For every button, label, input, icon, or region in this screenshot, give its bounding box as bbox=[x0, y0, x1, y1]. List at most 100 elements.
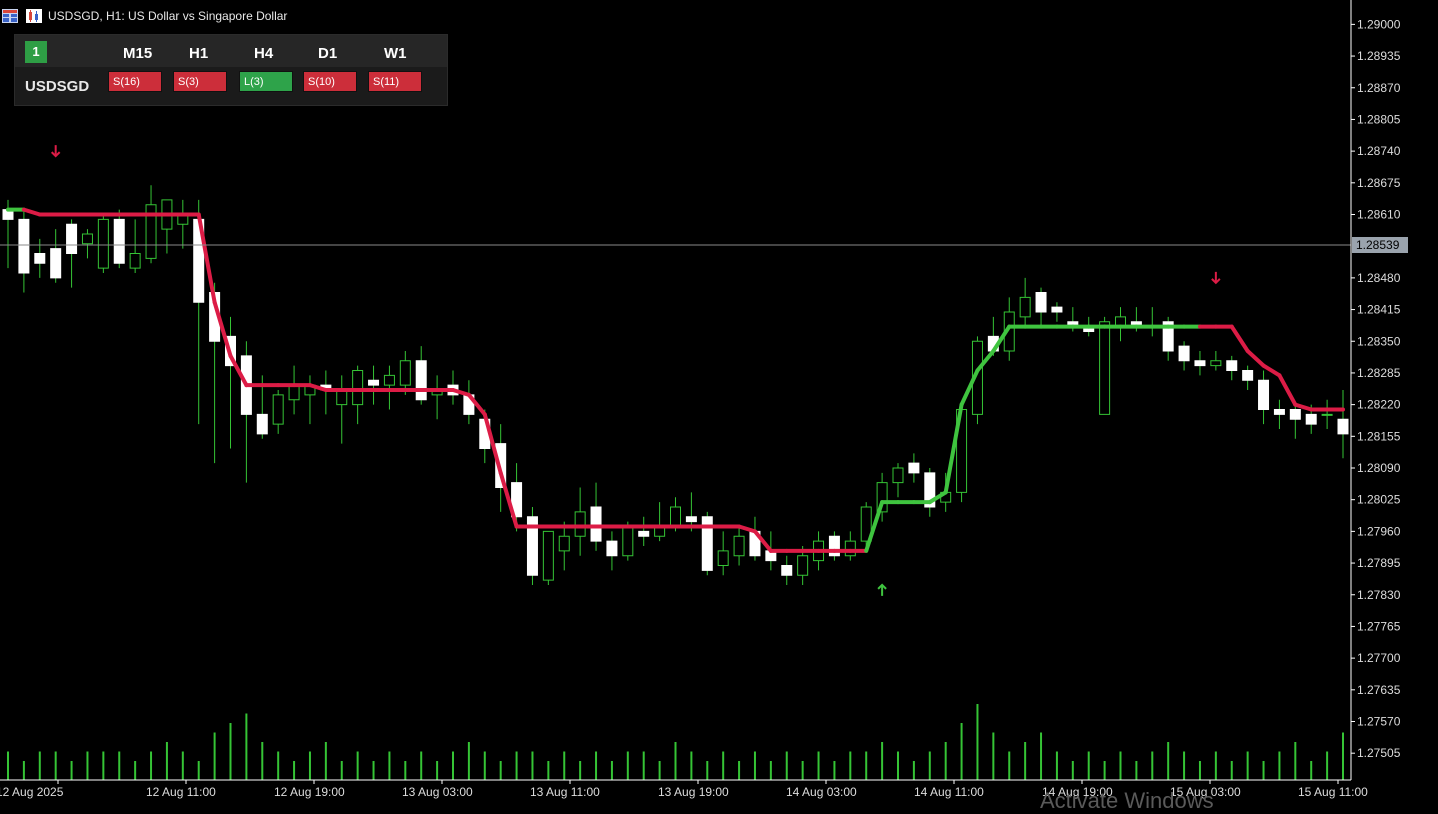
time-tick-label: 12 Aug 2025 bbox=[0, 785, 64, 799]
candle-body bbox=[1019, 296, 1031, 318]
price-tick-label: 1.27635 bbox=[1357, 683, 1401, 697]
price-tick-label: 1.28740 bbox=[1357, 144, 1401, 158]
candle-body bbox=[97, 218, 109, 269]
candle-body bbox=[50, 248, 62, 279]
candle-body bbox=[892, 467, 904, 484]
price-chart[interactable]: 1.29000 1.28935 1.28870 1.28805 1.28740 1.286… bbox=[0, 0, 1438, 805]
candle-body bbox=[1035, 292, 1047, 313]
candle-body bbox=[1242, 370, 1254, 381]
trend-line-segment bbox=[1261, 363, 1282, 378]
timeframe-m15: M15 bbox=[123, 45, 153, 62]
time-tick-label: 13 Aug 03:00 bbox=[402, 785, 473, 799]
candle-body bbox=[558, 535, 570, 552]
candle-body bbox=[1258, 379, 1270, 410]
candle-body bbox=[399, 360, 411, 386]
price-tick-label: 1.27505 bbox=[1357, 746, 1401, 760]
signal-h4: L(3) bbox=[239, 71, 293, 92]
candle-body bbox=[1226, 360, 1238, 371]
mtf-signal-panel: 1 M15 H1 H4 D1 W1 USDSGD S(16) S(3) L(3)… bbox=[14, 34, 448, 106]
timeframe-h1: H1 bbox=[189, 45, 209, 62]
arrow-up-icon bbox=[877, 583, 887, 596]
price-tick-label: 1.28935 bbox=[1357, 49, 1401, 63]
candle-body bbox=[574, 511, 586, 537]
arrow-down-icon bbox=[50, 145, 61, 158]
candle-body bbox=[908, 462, 920, 474]
candle-body bbox=[685, 516, 697, 523]
candle-body bbox=[288, 384, 300, 401]
trend-line-segment bbox=[1229, 324, 1250, 353]
candle-body bbox=[781, 565, 793, 576]
price-tick-label: 1.27960 bbox=[1357, 524, 1401, 538]
price-tick-label: 1.28480 bbox=[1357, 271, 1401, 285]
candle-body bbox=[1273, 409, 1285, 415]
candle-body bbox=[1051, 306, 1063, 313]
price-tick-label: 1.28610 bbox=[1357, 208, 1401, 222]
time-tick-label: 12 Aug 19:00 bbox=[274, 785, 345, 799]
price-tick-label: 1.27570 bbox=[1357, 715, 1401, 729]
candle-body bbox=[606, 540, 618, 557]
price-tick-label: 1.28675 bbox=[1357, 176, 1401, 190]
trend-line-segment bbox=[1245, 349, 1266, 368]
time-tick-label: 12 Aug 11:00 bbox=[146, 785, 216, 799]
candle-body bbox=[1321, 413, 1333, 416]
candle-body bbox=[368, 379, 380, 386]
price-tick-label: 1.28155 bbox=[1357, 429, 1401, 443]
candle-body bbox=[542, 530, 554, 581]
time-tick-label: 15 Aug 11:00 bbox=[1298, 785, 1368, 799]
price-tick-label: 1.28220 bbox=[1357, 398, 1401, 412]
price-tick-label: 1.27765 bbox=[1357, 619, 1401, 633]
candle-body bbox=[1099, 321, 1111, 415]
price-tick-label: 1.28285 bbox=[1357, 366, 1401, 380]
price-tick-label: 1.27830 bbox=[1357, 588, 1401, 602]
price-axis: 1.29000 1.28935 1.28870 1.28805 1.28740 1.286… bbox=[1351, 17, 1401, 760]
timeframe-d1: D1 bbox=[318, 45, 338, 62]
panel-index-badge[interactable]: 1 bbox=[25, 41, 47, 63]
candle-body bbox=[272, 394, 284, 425]
candle-body bbox=[670, 506, 681, 527]
candle-body bbox=[797, 555, 809, 576]
signal-h1: S(3) bbox=[173, 71, 227, 92]
price-tick-label: 1.28415 bbox=[1357, 303, 1401, 317]
candle-body bbox=[66, 223, 78, 254]
time-tick-label: 13 Aug 11:00 bbox=[530, 785, 600, 799]
candle-body bbox=[1210, 360, 1222, 367]
candle-body bbox=[81, 233, 93, 245]
signal-d1: S(10) bbox=[303, 71, 357, 92]
signal-w1: S(11) bbox=[368, 71, 422, 92]
candle-body bbox=[34, 253, 46, 264]
candle-body bbox=[590, 506, 602, 542]
trend-line-segment bbox=[1293, 402, 1314, 412]
time-tick-label: 13 Aug 19:00 bbox=[658, 785, 729, 799]
candle-body bbox=[622, 526, 634, 557]
price-tick-label: 1.27700 bbox=[1357, 651, 1401, 665]
candle-body bbox=[1289, 409, 1301, 420]
candle-body bbox=[1305, 413, 1317, 425]
panel-header bbox=[15, 35, 447, 67]
candle-body bbox=[352, 370, 364, 406]
trend-line-segment bbox=[1277, 373, 1298, 407]
price-tick-label: 1.29000 bbox=[1357, 17, 1401, 31]
arrow-down-icon bbox=[1211, 271, 1221, 285]
price-tick-label: 1.28090 bbox=[1357, 461, 1401, 475]
volume-layer bbox=[7, 704, 1344, 780]
chart-grid-icon bbox=[2, 9, 18, 23]
price-tick-label: 1.28025 bbox=[1357, 493, 1401, 507]
candle-body bbox=[18, 218, 30, 274]
trend-line-segment bbox=[737, 524, 757, 534]
candle-body bbox=[1178, 345, 1190, 362]
price-tick-label: 1.28870 bbox=[1357, 81, 1401, 95]
candle-body bbox=[733, 535, 745, 557]
timeframe-h4: H4 bbox=[254, 45, 274, 62]
candle-body bbox=[717, 550, 729, 566]
signal-m15: S(16) bbox=[108, 71, 162, 92]
candle-body bbox=[129, 253, 141, 269]
candle-body bbox=[638, 530, 650, 537]
candle-body bbox=[415, 360, 427, 401]
candle-body bbox=[256, 413, 268, 435]
activate-windows-watermark: Activate Windows bbox=[1040, 788, 1214, 813]
trend-line-segment bbox=[21, 207, 42, 217]
candle-body bbox=[1337, 418, 1349, 435]
current-price-text: 1.28539 bbox=[1356, 238, 1400, 252]
window-title: USDSGD, H1: US Dollar vs Singapore Dolla… bbox=[48, 9, 288, 23]
window-title-bar: USDSGD, H1: US Dollar vs Singapore Dolla… bbox=[0, 6, 287, 26]
